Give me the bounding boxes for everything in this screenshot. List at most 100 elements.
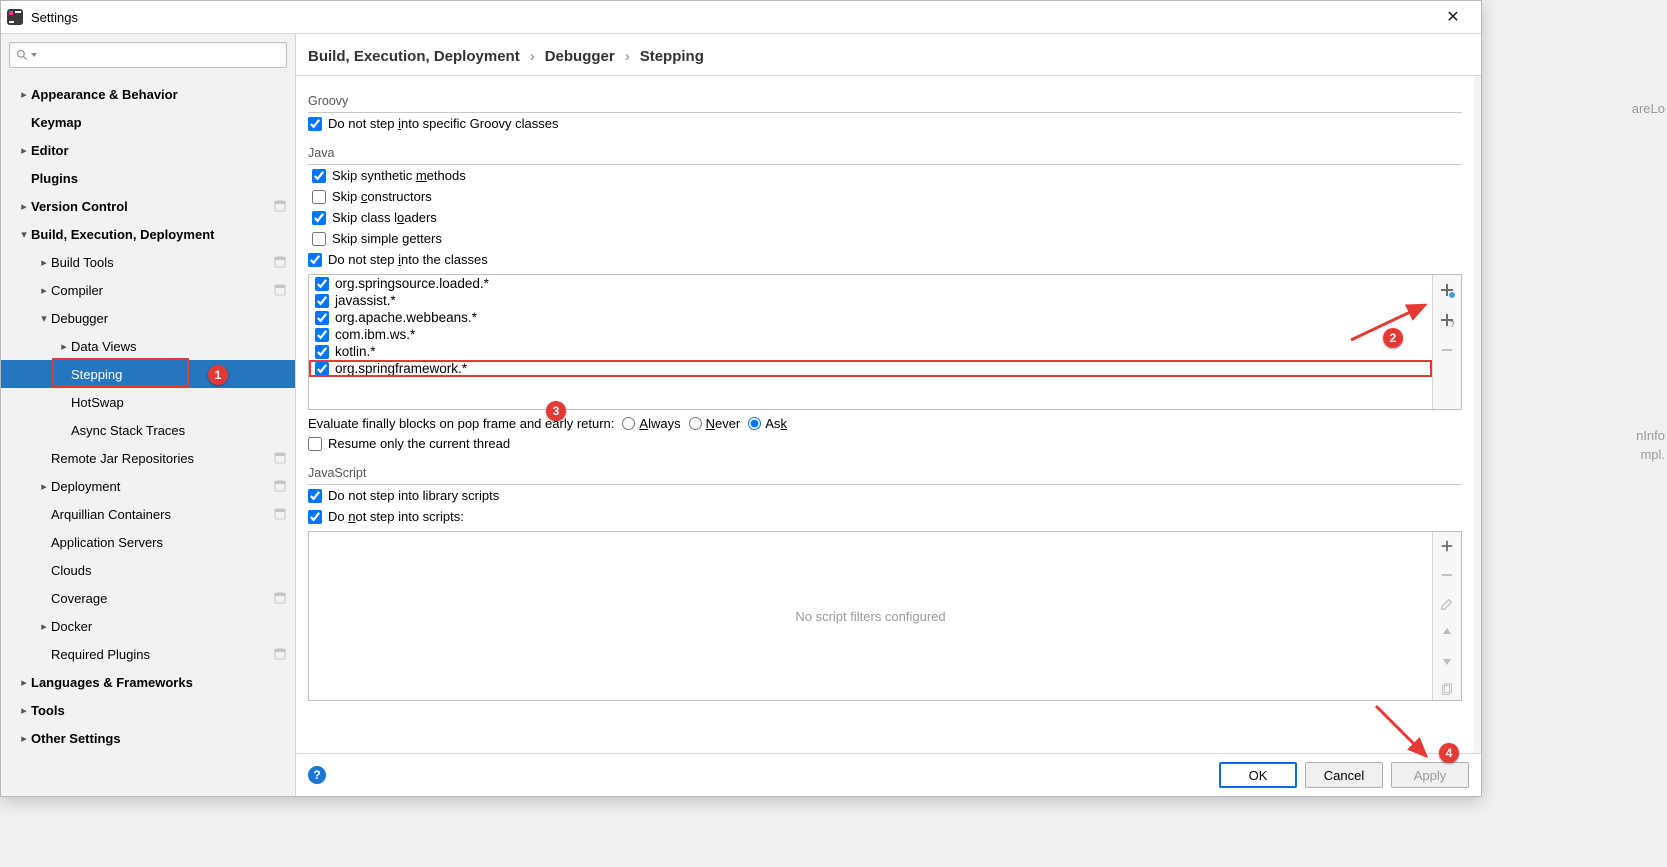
sidebar-item-compiler[interactable]: ▸Compiler	[1, 276, 295, 304]
add-icon[interactable]	[1436, 536, 1458, 557]
breadcrumb-item[interactable]: Debugger	[545, 48, 615, 65]
sidebar-item-stepping[interactable]: Stepping	[1, 360, 295, 388]
cancel-button[interactable]: Cancel	[1305, 762, 1383, 788]
sidebar-item-data-views[interactable]: ▸Data Views	[1, 332, 295, 360]
sidebar-item-label: Keymap	[31, 115, 287, 130]
sidebar-item-version-control[interactable]: ▸Version Control	[1, 192, 295, 220]
js-lib-checkbox[interactable]: Do not step into library scripts	[308, 485, 1462, 506]
breadcrumb-item[interactable]: Build, Execution, Deployment	[308, 48, 520, 65]
class-filter-item-label: org.springsource.loaded.*	[335, 276, 489, 291]
edit-icon[interactable]	[1436, 593, 1458, 614]
sidebar-item-hotswap[interactable]: HotSwap	[1, 388, 295, 416]
class-filter-toolbar: ?	[1432, 275, 1461, 409]
sidebar-item-label: HotSwap	[71, 395, 287, 410]
chevron-right-icon: ▸	[37, 480, 51, 493]
class-filter-item-label: javassist.*	[335, 293, 396, 308]
move-down-icon[interactable]	[1436, 651, 1458, 672]
class-filter-list[interactable]: org.springsource.loaded.*javassist.*org.…	[309, 275, 1432, 409]
section-javascript: JavaScript	[308, 460, 1462, 485]
sidebar-item-appearance-behavior[interactable]: ▸Appearance & Behavior	[1, 80, 295, 108]
project-scope-icon	[273, 283, 287, 297]
js-scripts-checkbox[interactable]: Do not step into scripts:	[308, 506, 1462, 527]
project-scope-icon	[273, 591, 287, 605]
sidebar-item-async-stack-traces[interactable]: Async Stack Traces	[1, 416, 295, 444]
ok-button[interactable]: OK	[1219, 762, 1297, 788]
class-filter-item[interactable]: org.apache.webbeans.*	[309, 309, 1432, 326]
sidebar-item-other-settings[interactable]: ▸Other Settings	[1, 724, 295, 752]
svg-text:?: ?	[1450, 320, 1455, 328]
chevron-right-icon: ▸	[17, 732, 31, 745]
sidebar-item-label: Version Control	[31, 199, 273, 214]
sidebar-item-label: Editor	[31, 143, 287, 158]
class-filter-item[interactable]: org.springsource.loaded.*	[309, 275, 1432, 292]
groovy-skip-classes-checkbox[interactable]: Do not step into specific Groovy classes	[308, 113, 1462, 134]
sidebar-item-required-plugins[interactable]: Required Plugins	[1, 640, 295, 668]
chevron-down-icon: ▾	[37, 312, 51, 325]
sidebar-item-label: Docker	[51, 619, 287, 634]
help-icon[interactable]: ?	[308, 766, 326, 784]
script-filter-toolbar	[1432, 532, 1461, 700]
close-button[interactable]: ✕	[1431, 7, 1475, 27]
sidebar-item-remote-jar-repositories[interactable]: Remote Jar Repositories	[1, 444, 295, 472]
sidebar-item-build-tools[interactable]: ▸Build Tools	[1, 248, 295, 276]
sidebar-item-label: Application Servers	[51, 535, 287, 550]
eval-ask-radio[interactable]: Ask	[748, 416, 787, 431]
sidebar-item-arquillian-containers[interactable]: Arquillian Containers	[1, 500, 295, 528]
project-scope-icon	[273, 479, 287, 493]
resume-current-thread-checkbox[interactable]: Resume only the current thread	[308, 433, 1462, 454]
sidebar-item-tools[interactable]: ▸Tools	[1, 696, 295, 724]
settings-dialog: Settings ✕ ▸Appearance & BehaviorKeymap▸…	[0, 0, 1482, 797]
class-filter-item[interactable]: org.springframework.*	[309, 360, 1432, 377]
eval-never-radio[interactable]: Never	[689, 416, 741, 431]
move-up-icon[interactable]	[1436, 622, 1458, 643]
project-scope-icon	[273, 199, 287, 213]
search-input[interactable]	[9, 42, 287, 68]
annotation-callout-2: 2	[1383, 328, 1403, 348]
chevron-right-icon: ›	[625, 48, 630, 65]
sidebar-item-label: Tools	[31, 703, 287, 718]
sidebar-item-keymap[interactable]: Keymap	[1, 108, 295, 136]
java-check-skip-constructors[interactable]: Skip constructors	[308, 186, 1462, 207]
sidebar-item-label: Deployment	[51, 479, 273, 494]
chevron-right-icon: ▸	[57, 340, 71, 353]
remove-icon[interactable]	[1436, 565, 1458, 586]
sidebar-item-label: Debugger	[51, 311, 287, 326]
sidebar-item-build-execution-deployment[interactable]: ▾Build, Execution, Deployment	[1, 220, 295, 248]
java-check-skip-class-loaders[interactable]: Skip class loaders	[308, 207, 1462, 228]
sidebar-item-label: Async Stack Traces	[71, 423, 287, 438]
sidebar-item-application-servers[interactable]: Application Servers	[1, 528, 295, 556]
apply-button[interactable]: Apply	[1391, 762, 1469, 788]
add-pattern-icon[interactable]: ?	[1436, 309, 1458, 331]
sidebar-item-deployment[interactable]: ▸Deployment	[1, 472, 295, 500]
class-filter-item-label: org.springframework.*	[335, 361, 467, 376]
sidebar-item-label: Compiler	[51, 283, 273, 298]
sidebar-item-editor[interactable]: ▸Editor	[1, 136, 295, 164]
chevron-right-icon: ▸	[17, 200, 31, 213]
sidebar-item-label: Plugins	[31, 171, 287, 186]
copy-icon[interactable]	[1436, 679, 1458, 700]
sidebar-item-languages-frameworks[interactable]: ▸Languages & Frameworks	[1, 668, 295, 696]
chevron-right-icon: ▸	[17, 144, 31, 157]
add-class-icon[interactable]	[1436, 279, 1458, 301]
eval-finally-row: Evaluate finally blocks on pop frame and…	[308, 410, 1462, 433]
java-check-skip-simple-getters[interactable]: Skip simple getters	[308, 228, 1462, 249]
java-dontstep-checkbox[interactable]: Do not step into the classes	[308, 249, 1462, 270]
eval-always-radio[interactable]: Always	[622, 416, 680, 431]
sidebar-item-label: Data Views	[71, 339, 287, 354]
remove-icon[interactable]	[1436, 339, 1458, 361]
java-check-skip-synthetic-methods[interactable]: Skip synthetic methods	[308, 165, 1462, 186]
class-filter-item[interactable]: javassist.*	[309, 292, 1432, 309]
sidebar-item-coverage[interactable]: Coverage	[1, 584, 295, 612]
section-java: Java	[308, 140, 1462, 165]
sidebar-item-label: Remote Jar Repositories	[51, 451, 273, 466]
sidebar-item-docker[interactable]: ▸Docker	[1, 612, 295, 640]
class-filter-item[interactable]: com.ibm.ws.*	[309, 326, 1432, 343]
class-filter-item[interactable]: kotlin.*	[309, 343, 1432, 360]
chevron-right-icon: ▸	[37, 284, 51, 297]
sidebar-item-plugins[interactable]: Plugins	[1, 164, 295, 192]
sidebar-item-clouds[interactable]: Clouds	[1, 556, 295, 584]
chevron-right-icon: ▸	[17, 704, 31, 717]
sidebar-item-label: Build, Execution, Deployment	[31, 227, 287, 242]
sidebar-item-debugger[interactable]: ▾Debugger	[1, 304, 295, 332]
class-filter-item-label: com.ibm.ws.*	[335, 327, 415, 342]
